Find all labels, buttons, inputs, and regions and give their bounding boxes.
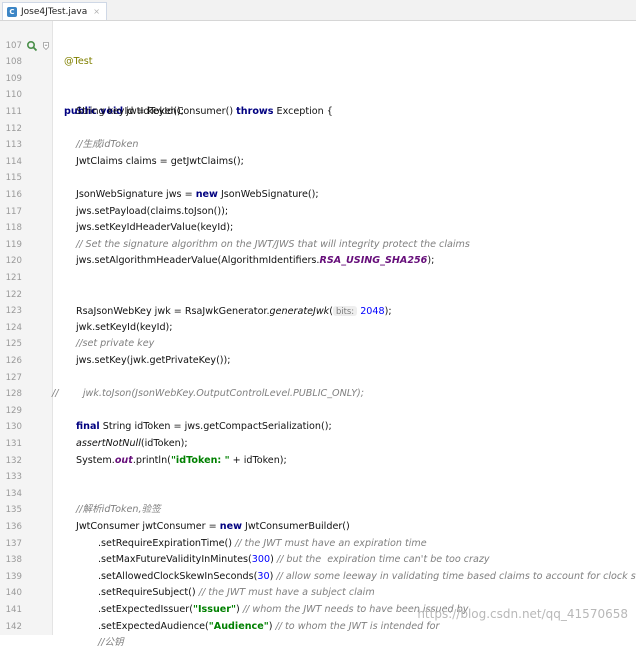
code-line: 139 .setRequireSubject() // the JWT must… bbox=[0, 552, 636, 599]
code-line: 138 .setAllowedClockSkewInSeconds(30) //… bbox=[0, 536, 636, 582]
code-line: 137 .setMaxFutureValidityInMinutes(300) … bbox=[0, 519, 636, 566]
code-line: 121 bbox=[0, 253, 636, 283]
code-line: 109 bbox=[0, 54, 636, 84]
code-line: 141 .setExpectedAudience("Audience") // … bbox=[0, 585, 636, 632]
fold-icon[interactable] bbox=[43, 41, 49, 50]
code-line: 132 bbox=[0, 436, 636, 466]
code-line: 111 bbox=[0, 87, 636, 117]
tab-title: Jose4JTest.java bbox=[21, 6, 88, 17]
comment: // to whom the JWT is intended for bbox=[275, 620, 440, 632]
code-line: 118 // Set the signature algorithm on th… bbox=[0, 204, 636, 250]
code-line: 127 // jwk.toJson(JsonWebKey.OutputContr… bbox=[0, 353, 636, 400]
code-token: .setExpectedAudience( bbox=[98, 620, 209, 632]
code-line: 112 //生成idToken bbox=[0, 104, 636, 151]
code-line: 117 jws.setKeyIdHeaderValue(keyId); bbox=[0, 187, 636, 234]
code-text: .setExpectedAudience("Audience") // to w… bbox=[98, 619, 439, 636]
code-line: 134 //解析idToken,验签 bbox=[0, 469, 636, 516]
code-line: 116 jws.setPayload(claims.toJson()); bbox=[0, 170, 636, 217]
editor-tab-bar: C Jose4JTest.java × bbox=[0, 0, 636, 21]
code-editor[interactable]: 107 @Test 108 public void jwtIdTokenCons… bbox=[0, 21, 636, 648]
java-class-icon: C bbox=[7, 6, 17, 17]
code-line: 124 //set private key bbox=[0, 303, 636, 350]
close-icon[interactable]: × bbox=[93, 7, 100, 16]
code-line: 120 bbox=[0, 237, 636, 266]
comment: //公钥 bbox=[98, 637, 124, 649]
code-line: 119 jws.setAlgorithmHeaderValue(Algorith… bbox=[0, 220, 636, 267]
code-line: 107 @Test bbox=[0, 21, 636, 68]
code-line: 126 bbox=[0, 336, 636, 366]
watermark: https://blog.csdn.net/qq_41570658 bbox=[417, 607, 628, 621]
tab-jose4jtest-java[interactable]: C Jose4JTest.java × bbox=[2, 2, 107, 20]
code-line: 108 public void jwtIdTokenConsumer() thr… bbox=[0, 38, 636, 117]
code-line: 129 final String idToken = jws.getCompac… bbox=[0, 386, 636, 433]
run-test-icon[interactable] bbox=[26, 40, 38, 52]
code-line: 128 bbox=[0, 370, 636, 399]
code-line: 123 jwk.setKeyId(keyId); bbox=[0, 287, 636, 333]
code-line: 136 .setRequireExpirationTime() // the J… bbox=[0, 502, 636, 549]
code-line: 113 JwtClaims claims = getJwtClaims(); bbox=[0, 121, 636, 167]
code-line: 140 .setExpectedIssuer("Issuer") // whom… bbox=[0, 569, 636, 615]
code-line: 133 bbox=[0, 453, 636, 482]
code-line: 131 System.out.println("idToken: " + idT… bbox=[0, 419, 636, 466]
code-line: 130 assertNotNull(idToken); bbox=[0, 403, 636, 449]
code-token: ) bbox=[268, 620, 276, 632]
code-line: 110 String keyId = keyId(); bbox=[0, 71, 636, 117]
code-line: 122 RsaJsonWebKey jwk = RsaJwkGenerator.… bbox=[0, 270, 636, 318]
code-line: 115 JsonWebSignature jws = new JsonWebSi… bbox=[0, 154, 636, 200]
code-line: 135 JwtConsumer jwtConsumer = new JwtCon… bbox=[0, 486, 636, 532]
line-number: 142 bbox=[5, 621, 22, 632]
code-line: 114 bbox=[0, 137, 636, 167]
string-literal: "Audience" bbox=[208, 620, 269, 632]
code-line: 125 jws.setKey(jwk.getPrivateKey()); bbox=[0, 320, 636, 366]
